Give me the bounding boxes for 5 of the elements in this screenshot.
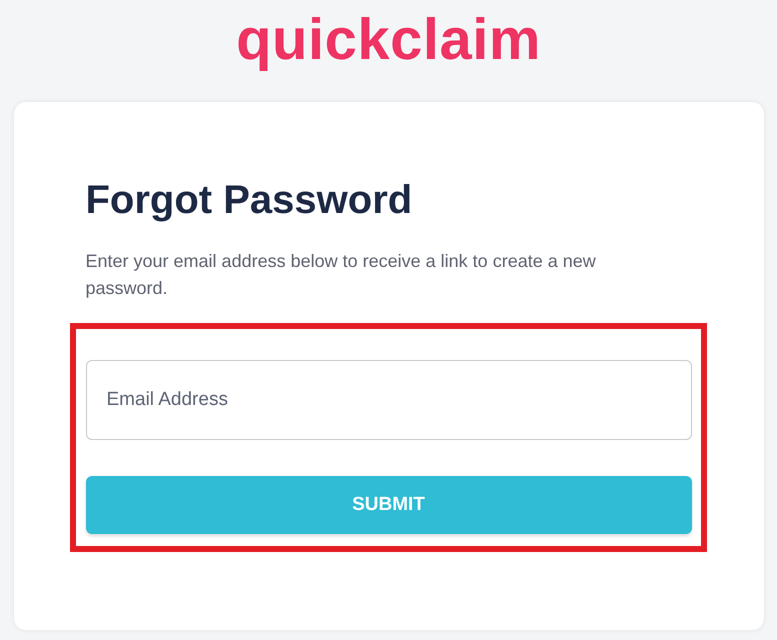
email-input[interactable]: Email Address bbox=[86, 360, 692, 440]
submit-button[interactable]: SUBMIT bbox=[86, 476, 692, 534]
page-title: Forgot Password bbox=[86, 177, 412, 224]
quickclaim-logo: quickclaim bbox=[236, 11, 541, 69]
instructions-text: Enter your email address below to receive a link to create a new password. bbox=[86, 250, 597, 300]
